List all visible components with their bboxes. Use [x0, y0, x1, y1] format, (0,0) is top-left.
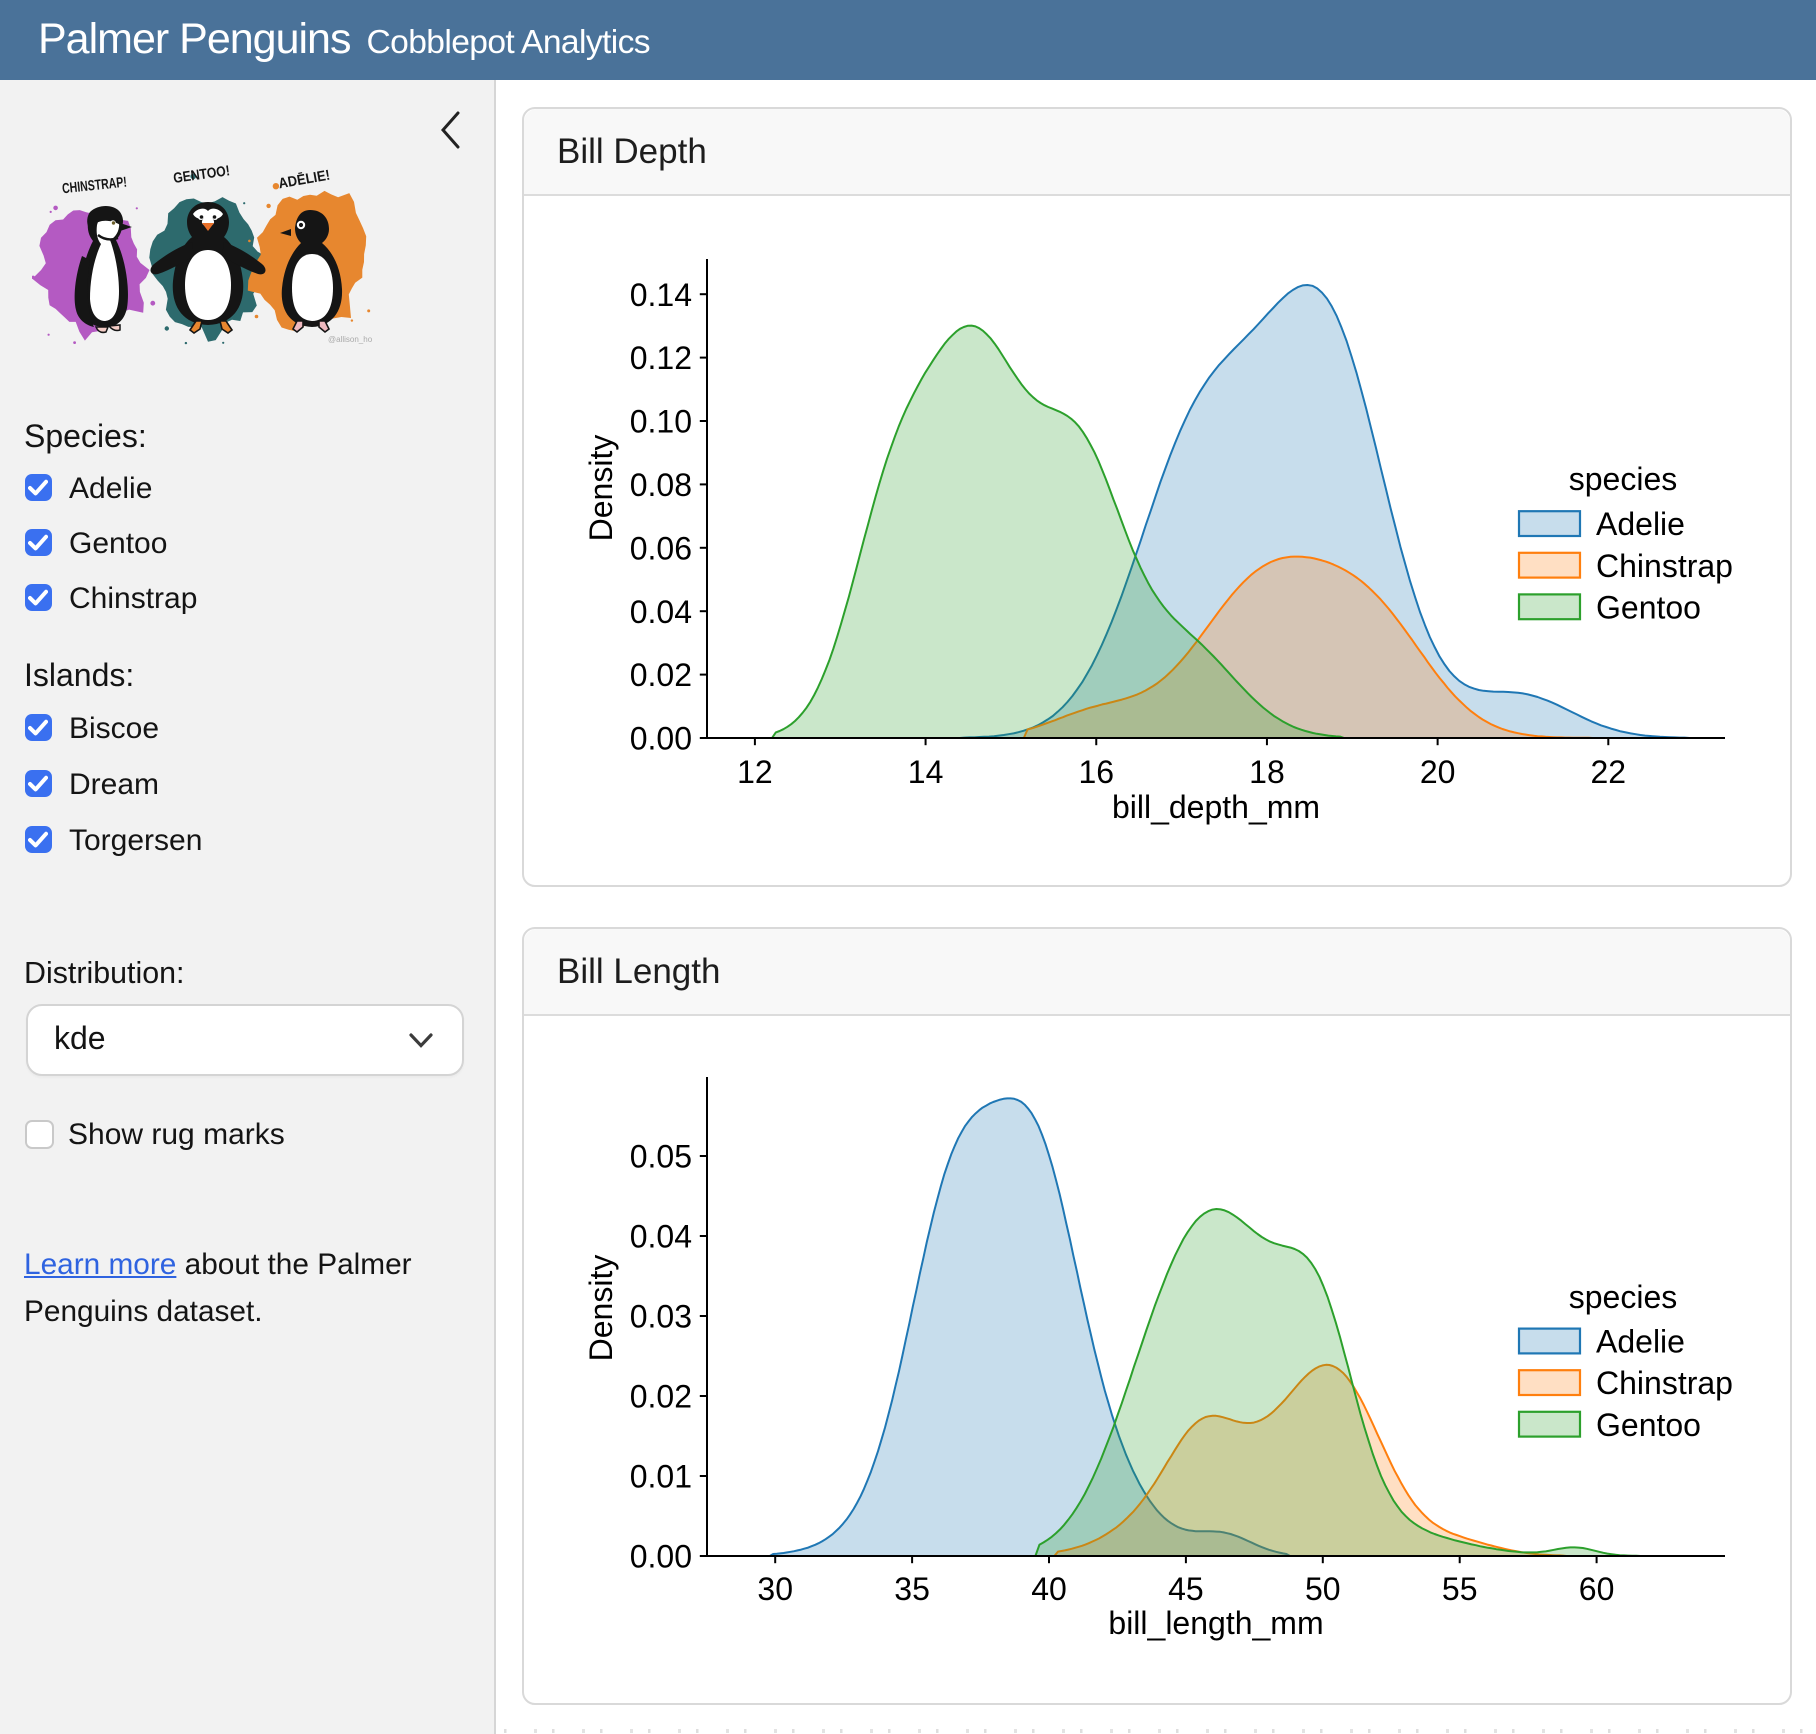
svg-text:0.00: 0.00: [630, 1539, 692, 1575]
svg-text:0.04: 0.04: [630, 594, 692, 630]
svg-text:40: 40: [1031, 1571, 1067, 1607]
svg-text:0.12: 0.12: [630, 340, 692, 376]
svg-text:0.00: 0.00: [630, 721, 692, 757]
svg-text:14: 14: [908, 754, 944, 790]
svg-text:50: 50: [1305, 1571, 1341, 1607]
svg-text:0.01: 0.01: [630, 1459, 692, 1495]
svg-text:60: 60: [1579, 1571, 1615, 1607]
svg-text:35: 35: [894, 1571, 930, 1607]
svg-text:bill_depth_mm: bill_depth_mm: [1112, 789, 1320, 825]
svg-text:bill_length_mm: bill_length_mm: [1108, 1605, 1323, 1641]
svg-text:Density: Density: [583, 1255, 619, 1362]
svg-text:Chinstrap: Chinstrap: [1596, 548, 1733, 584]
svg-text:species: species: [1569, 461, 1678, 497]
svg-text:55: 55: [1442, 1571, 1478, 1607]
svg-text:0.02: 0.02: [630, 657, 692, 693]
svg-text:16: 16: [1078, 754, 1114, 790]
svg-text:Density: Density: [583, 435, 619, 542]
svg-text:0.14: 0.14: [630, 277, 692, 313]
svg-text:0.10: 0.10: [630, 404, 692, 440]
svg-text:Adelie: Adelie: [1596, 506, 1685, 542]
svg-text:0.06: 0.06: [630, 530, 692, 566]
svg-text:Chinstrap: Chinstrap: [1596, 1365, 1733, 1401]
svg-text:20: 20: [1420, 754, 1456, 790]
svg-text:Adelie: Adelie: [1596, 1324, 1685, 1360]
svg-text:species: species: [1569, 1279, 1678, 1315]
svg-text:45: 45: [1168, 1571, 1204, 1607]
svg-text:0.08: 0.08: [630, 467, 692, 503]
svg-text:@allison_horst: @allison_horst: [328, 335, 372, 344]
svg-text:30: 30: [757, 1571, 793, 1607]
svg-text:CHINSTRAP!: CHINSTRAP!: [61, 175, 127, 198]
svg-text:GENTOO!: GENTOO!: [172, 164, 231, 187]
svg-text:0.05: 0.05: [630, 1139, 692, 1175]
svg-text:12: 12: [737, 754, 773, 790]
svg-text:22: 22: [1591, 754, 1627, 790]
svg-text:0.03: 0.03: [630, 1299, 692, 1335]
svg-text:Gentoo: Gentoo: [1596, 589, 1701, 625]
svg-text:18: 18: [1249, 754, 1285, 790]
svg-text:0.02: 0.02: [630, 1379, 692, 1415]
svg-text:0.04: 0.04: [630, 1219, 692, 1255]
svg-text:Gentoo: Gentoo: [1596, 1407, 1701, 1443]
svg-text:ADĒLIE!: ADĒLIE!: [277, 167, 331, 193]
